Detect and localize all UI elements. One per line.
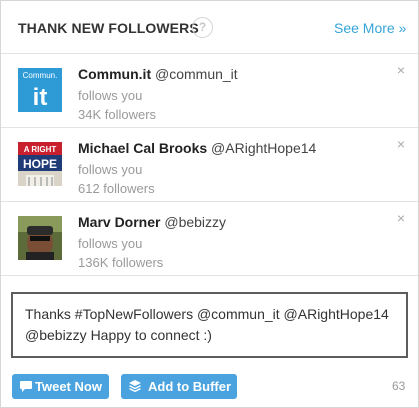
follower-name-line: Michael Cal Brooks @ARightHope14 — [78, 140, 316, 156]
svg-text:it: it — [33, 84, 48, 111]
svg-text:Commun.: Commun. — [23, 71, 58, 80]
profile-photo — [18, 216, 62, 260]
follower-count: 34K followers — [78, 107, 157, 122]
communit-logo: Commun. it — [18, 68, 62, 112]
follower-name[interactable]: Commun.it — [78, 66, 151, 82]
follower-relation: follows you — [78, 88, 143, 103]
see-more-link[interactable]: See More » — [334, 20, 406, 36]
follower-count: 612 followers — [78, 181, 155, 196]
thank-followers-panel: THANK NEW FOLLOWERS ? See More » Commun.… — [0, 0, 419, 408]
right-hope-logo: A RIGHT HOPE — [18, 142, 62, 186]
tweet-now-label: Tweet Now — [35, 379, 102, 394]
follower-count: 136K followers — [78, 255, 164, 270]
avatar[interactable]: Commun. it — [18, 68, 62, 112]
speech-bubble-icon — [20, 381, 32, 392]
follower-relation: follows you — [78, 236, 143, 251]
follower-name-line: Commun.it @commun_it — [78, 66, 238, 82]
follower-name[interactable]: Michael Cal Brooks — [78, 140, 207, 156]
avatar[interactable]: A RIGHT HOPE — [18, 142, 62, 186]
follower-handle[interactable]: @commun_it — [155, 66, 238, 82]
add-to-buffer-button[interactable]: Add to Buffer — [121, 374, 237, 399]
svg-text:A RIGHT: A RIGHT — [24, 145, 57, 154]
panel-title: THANK NEW FOLLOWERS — [18, 20, 199, 36]
follower-handle[interactable]: @bebizzy — [164, 214, 226, 230]
panel-header: THANK NEW FOLLOWERS ? See More » — [1, 1, 418, 54]
follower-row: Commun. it Commun.it @commun_it follows … — [1, 54, 418, 128]
close-icon[interactable]: × — [397, 136, 405, 152]
follower-handle[interactable]: @ARightHope14 — [211, 140, 316, 156]
follower-relation: follows you — [78, 162, 143, 177]
close-icon[interactable]: × — [397, 62, 405, 78]
tweet-text[interactable]: Thanks #TopNewFollowers @commun_it @ARig… — [25, 304, 401, 346]
help-icon[interactable]: ? — [192, 17, 213, 38]
avatar[interactable] — [18, 216, 62, 260]
add-to-buffer-label: Add to Buffer — [148, 379, 232, 394]
tweet-compose-box[interactable]: Thanks #TopNewFollowers @commun_it @ARig… — [11, 292, 408, 358]
buffer-stack-icon — [129, 380, 141, 393]
follower-name-line: Marv Dorner @bebizzy — [78, 214, 226, 230]
follower-row: A RIGHT HOPE Michael Cal Brooks @ARightH… — [1, 128, 418, 202]
svg-text:HOPE: HOPE — [23, 157, 57, 171]
follower-name[interactable]: Marv Dorner — [78, 214, 160, 230]
character-count: 63 — [392, 379, 406, 393]
follower-row: Marv Dorner @bebizzy follows you 136K fo… — [1, 202, 418, 276]
close-icon[interactable]: × — [397, 210, 405, 226]
tweet-now-button[interactable]: Tweet Now — [12, 374, 109, 399]
